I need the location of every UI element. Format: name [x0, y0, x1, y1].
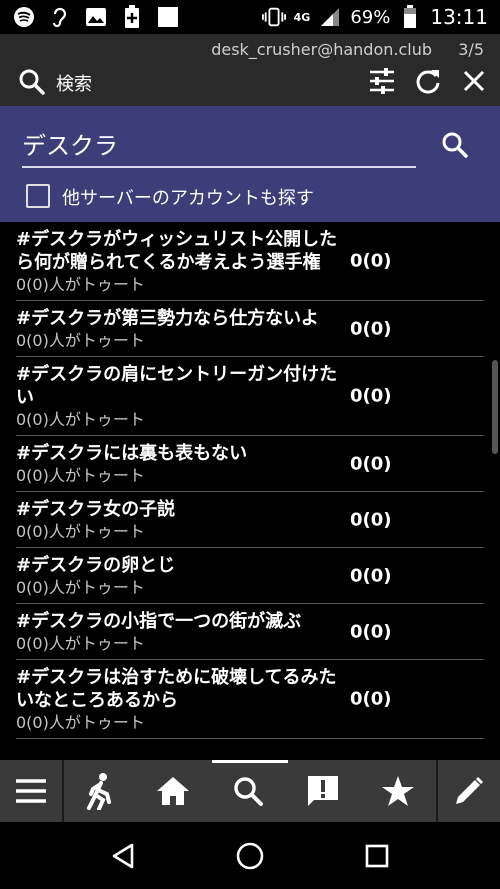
hashtag-count: 0(0) — [350, 385, 392, 407]
hashtag-count: 0(0) — [350, 565, 392, 586]
active-tab-indicator — [212, 760, 288, 763]
vibrate-icon — [261, 5, 286, 29]
battery-percent: 69% — [350, 6, 391, 28]
hashtag-toot-count-label: 0(0)人がトゥート — [16, 466, 145, 485]
hashtag-count: 0(0) — [350, 621, 392, 642]
hashtag-toot-count-label: 0(0)人がトゥート — [16, 634, 145, 653]
hashtag-title: #デスクラには裏も表もない — [16, 443, 248, 464]
hashtag-row[interactable]: #デスクラには裏も表もない 0(0)人がトゥート 0(0) — [16, 436, 484, 492]
hashtag-toot-count-label: 0(0)人がトゥート — [16, 578, 145, 597]
account-name: desk_crusher@handon.club — [211, 40, 432, 59]
hashtag-row[interactable]: #デスクラの肩にセントリーガン付けたい 0(0)人がトゥート 0(0) — [16, 357, 484, 436]
column-title: 検索 — [56, 74, 92, 95]
hashtag-title: #デスクラの卵とじ — [16, 555, 176, 576]
other-server-checkbox[interactable] — [26, 184, 50, 208]
hashtag-count: 0(0) — [350, 453, 392, 474]
other-server-checkbox-label[interactable]: 他サーバーのアカウントも探す — [62, 184, 314, 210]
hashtag-toot-count-label: 0(0)人がトゥート — [16, 410, 145, 429]
hashtag-title: #デスクラ女の子説 — [16, 499, 176, 520]
search-submit-icon[interactable] — [440, 130, 470, 160]
bottom-toolbar — [0, 760, 500, 822]
search-icon[interactable] — [210, 760, 286, 822]
search-panel: 他サーバーのアカウントも探す — [0, 106, 500, 222]
walk-icon[interactable] — [64, 760, 136, 822]
hashtag-title: #デスクラが第三勢力なら仕方ないよ — [16, 308, 319, 329]
search-icon — [18, 68, 46, 96]
status-icons-right: 4G 69% 13:11 — [261, 5, 488, 29]
hashtag-count: 0(0) — [350, 250, 392, 272]
star-icon[interactable] — [360, 760, 436, 822]
hashtag-title: #デスクラは治すために破壊してるみたいなところあるから — [16, 667, 337, 711]
home-nav-icon[interactable] — [230, 836, 270, 876]
refresh-icon[interactable] — [414, 66, 442, 96]
hashtag-row[interactable]: #デスクラがウィッシュリスト公開したら何が贈られてくるか考えよう選手権 0(0)人… — [16, 222, 484, 301]
recents-icon[interactable] — [357, 836, 397, 876]
signal-icon — [318, 5, 342, 29]
hearing-icon — [48, 5, 72, 29]
hashtag-row[interactable]: #デスクラの卵とじ 0(0)人がトゥート 0(0) — [16, 548, 484, 604]
hashtag-row[interactable]: #デスクラ女の子説 0(0)人がトゥート 0(0) — [16, 492, 484, 548]
clock: 13:11 — [430, 5, 488, 29]
battery-saver-icon — [120, 5, 144, 29]
status-icons-left — [12, 5, 180, 29]
image-icon — [84, 5, 108, 29]
hashtag-count: 0(0) — [350, 318, 392, 339]
hashtag-title: #デスクラの肩にセントリーガン付けたい — [16, 364, 338, 408]
hashtag-title: #デスクラがウィッシュリスト公開したら何が贈られてくるか考えよう選手権 — [16, 229, 338, 273]
column-pager: 3/5 — [458, 40, 484, 59]
network-type: 4G — [293, 10, 311, 24]
hashtag-toot-count-label: 0(0)人がトゥート — [16, 522, 145, 541]
edit-icon[interactable] — [438, 760, 500, 822]
status-bar: 4G 69% 13:11 — [0, 0, 500, 34]
hashtag-result-list[interactable]: #デスクラがウィッシュリスト公開したら何が贈られてくるか考えよう選手権 0(0)人… — [16, 222, 484, 760]
battery-icon — [398, 5, 422, 29]
back-icon[interactable] — [103, 836, 143, 876]
system-nav-bar — [0, 822, 500, 889]
hashtag-toot-count-label: 0(0)人がトゥート — [16, 713, 145, 732]
close-icon[interactable] — [460, 66, 488, 96]
hashtag-row[interactable]: #デスクラの小指で一つの街が滅ぶ 0(0)人がトゥート 0(0) — [16, 604, 484, 660]
search-input[interactable] — [22, 124, 416, 168]
home-icon[interactable] — [136, 760, 210, 822]
settings-sliders-icon[interactable] — [368, 66, 396, 96]
hashtag-title: #デスクラの小指で一つの街が滅ぶ — [16, 611, 302, 632]
spotify-icon — [12, 5, 36, 29]
hashtag-toot-count-label: 0(0)人がトゥート — [16, 331, 145, 350]
hashtag-toot-count-label: 0(0)人がトゥート — [16, 275, 145, 294]
hashtag-row[interactable]: #デスクラが第三勢力なら仕方ないよ 0(0)人がトゥート 0(0) — [16, 301, 484, 357]
notification-alert-icon[interactable] — [286, 760, 360, 822]
header-tools — [368, 66, 488, 96]
column-header: desk_crusher@handon.club 3/5 検索 — [0, 34, 500, 106]
hashtag-count: 0(0) — [350, 509, 392, 530]
list-scrollbar[interactable] — [492, 360, 498, 454]
hashtag-count: 0(0) — [350, 688, 392, 710]
hashtag-row[interactable]: #デスクラは治すために破壊してるみたいなところあるから 0(0)人がトゥート 0(0… — [16, 660, 484, 739]
notification-icon — [156, 5, 180, 29]
menu-icon[interactable] — [0, 760, 62, 822]
